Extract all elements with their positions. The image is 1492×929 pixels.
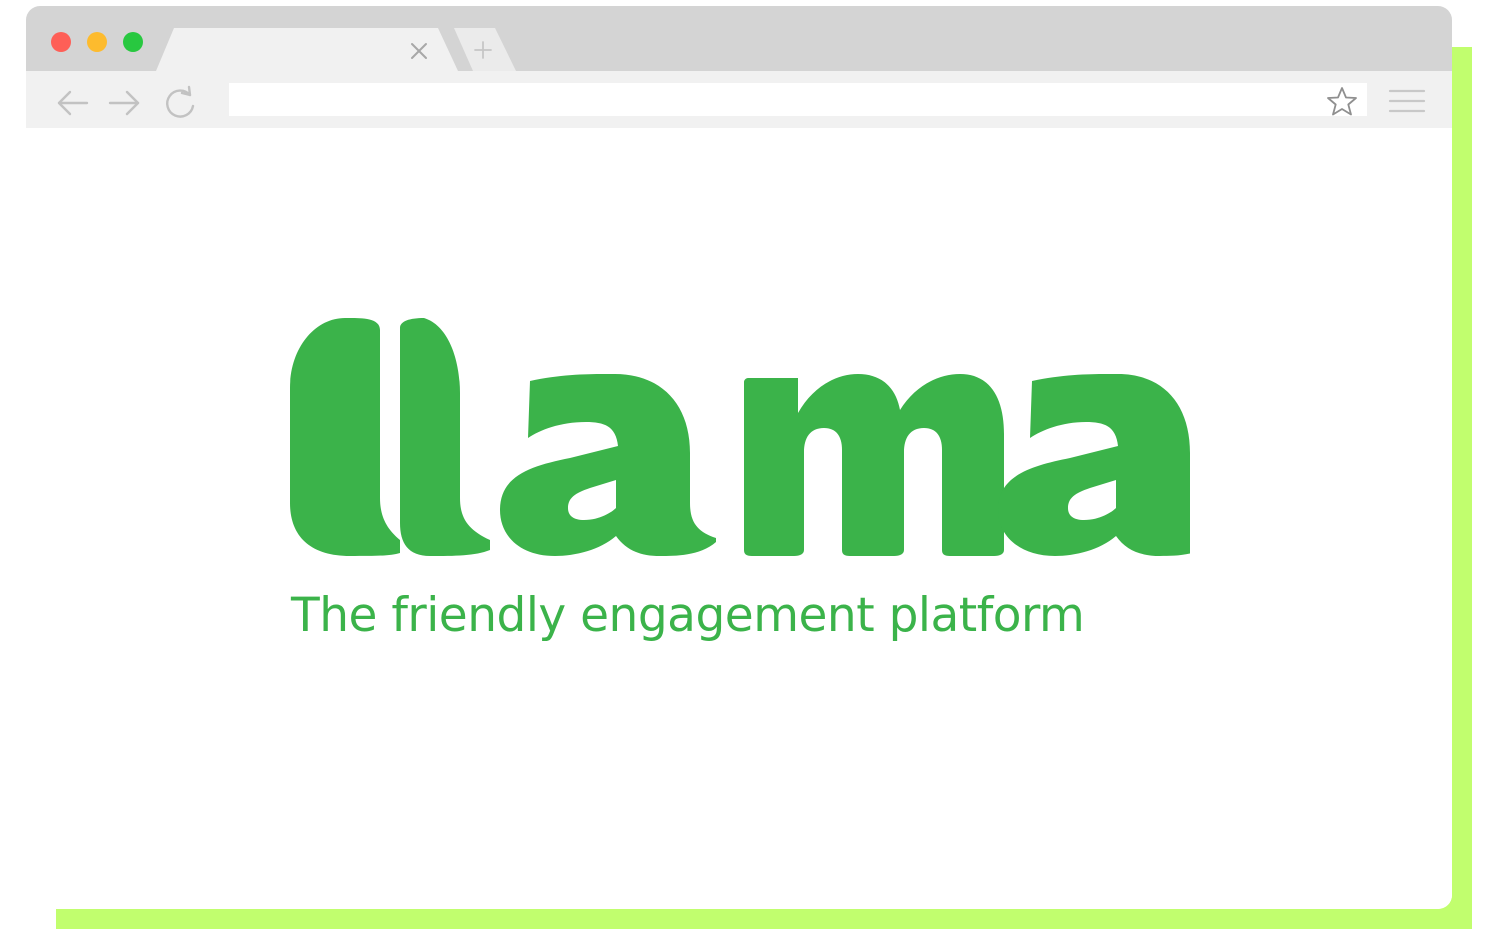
forward-button[interactable]	[107, 85, 143, 121]
arrow-right-icon	[108, 90, 140, 116]
back-button[interactable]	[54, 85, 90, 121]
tab-strip	[26, 6, 1452, 71]
screenshot-canvas: The friendly engagement platform	[0, 0, 1492, 929]
hamburger-menu-icon	[1388, 89, 1426, 113]
reload-icon	[166, 85, 195, 118]
page-content: The friendly engagement platform	[26, 128, 1452, 909]
tab-close-button[interactable]	[407, 39, 431, 63]
tab-shapes	[156, 28, 516, 71]
close-icon	[411, 43, 427, 59]
llama-logo	[290, 318, 1190, 556]
address-bar-input[interactable]	[229, 83, 1367, 116]
arrow-left-icon	[57, 90, 89, 116]
reload-button[interactable]	[162, 85, 198, 121]
bookmark-button[interactable]	[1326, 86, 1358, 116]
star-icon	[1327, 87, 1357, 116]
tagline: The friendly engagement platform	[291, 588, 1085, 643]
plus-icon	[474, 41, 492, 59]
new-tab-button[interactable]	[472, 39, 494, 61]
browser-menu-button[interactable]	[1388, 87, 1426, 115]
browser-toolbar	[26, 71, 1452, 128]
browser-window: The friendly engagement platform	[26, 6, 1452, 909]
